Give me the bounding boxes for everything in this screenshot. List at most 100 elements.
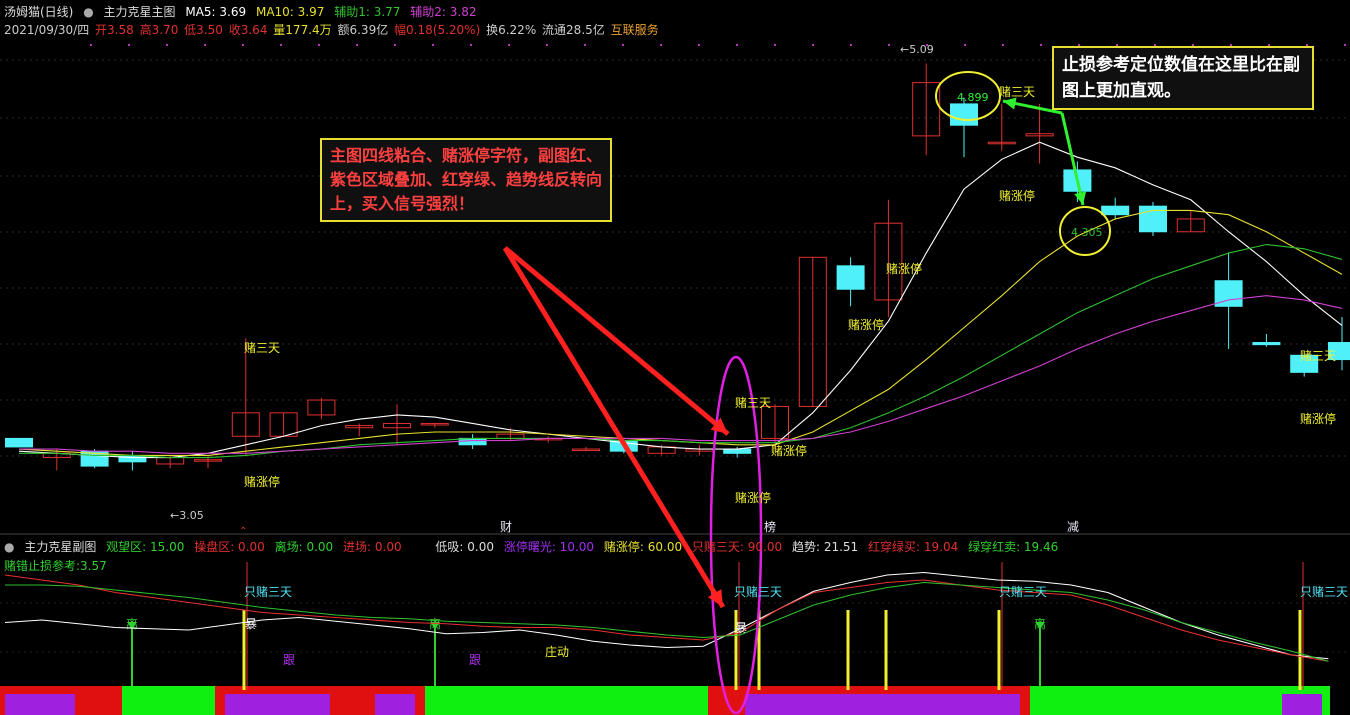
red-arrow-1-shaft [503, 246, 730, 436]
signal-label: 赌涨停 [771, 443, 807, 458]
top-marker [812, 44, 814, 46]
green-arrow-1-head [1003, 97, 1017, 110]
top-marker [166, 44, 168, 46]
top-marker [774, 44, 776, 46]
quote-turnover: 换6.22% [486, 23, 537, 37]
ma-line-3 [19, 243, 1343, 459]
top-marker [432, 44, 434, 46]
sub-only-bet: 只赌三天: 90.00 [691, 540, 783, 554]
candle-body [950, 103, 978, 126]
top-marker [204, 44, 206, 46]
quote-date: 2021/09/30/四 [4, 23, 90, 37]
top-marker [318, 44, 320, 46]
event-label: 财 [500, 520, 512, 534]
only-bet-label: 只赌三天 [1300, 585, 1348, 599]
event-arrow: ⌃ [239, 526, 247, 537]
stop-value-1: 4.899 [957, 91, 989, 104]
sub-bet-limit: 赌涨停: 60.00 [603, 540, 683, 554]
sub-exit: 离场: 0.00 [274, 540, 334, 554]
settings-icon[interactable]: ● [83, 5, 93, 19]
sub-control: 操盘区: 0.00 [194, 540, 265, 554]
candle-body [5, 437, 33, 448]
candle-body [1101, 205, 1130, 216]
sub-signal-bar [846, 610, 850, 690]
signal-label: 赌三天 [999, 85, 1035, 99]
ma10-value: MA10: 3.97 [255, 5, 325, 19]
main-ma-lines [18, 141, 1343, 459]
signal-label: 赌三天 [1300, 349, 1336, 363]
signal-label: 赌三天 [244, 341, 280, 355]
sub-line-3 [5, 581, 1329, 662]
signal-label: 赌涨停 [999, 188, 1035, 203]
candle-body [723, 448, 752, 454]
top-marker [964, 44, 966, 46]
sub-purple-block [5, 694, 75, 715]
leave-marker-label: 离 [1034, 616, 1046, 631]
aux1-value: 辅助1: 3.77 [334, 5, 401, 19]
only-bet-label: 只赌三天 [244, 585, 292, 599]
aux2-value: 辅助2: 3.82 [410, 5, 477, 19]
main-indicator-name[interactable]: 主力克星主图 [104, 5, 176, 19]
top-marker [698, 44, 700, 46]
quote-close: 收3.64 [228, 23, 268, 37]
top-marker [508, 44, 510, 46]
callout-left: 主图四线粘合、赌涨停字符，副图红、紫色区域叠加、红穿绿、趋势线反转向上，买入信号… [320, 138, 612, 222]
top-marker [470, 44, 472, 46]
follow-label: 跟 [283, 653, 295, 667]
dealer-label: 庄动 [545, 644, 569, 659]
sub-signal-bar [1298, 610, 1302, 690]
ma-line-2 [18, 209, 1343, 456]
top-marker [850, 44, 852, 46]
quote-volume: 量177.4万 [273, 23, 332, 37]
sub-bars: 离离离 [0, 562, 1330, 715]
quote-change: 幅0.18(5.20%) [394, 23, 481, 37]
sub-signal-bar [884, 610, 888, 690]
sub-purple-block [745, 694, 1020, 715]
top-marker [1344, 44, 1346, 46]
sub-purple-block [375, 694, 415, 715]
stock-name[interactable]: 汤姆猫(日线) [4, 5, 73, 19]
callout-left-text: 主图四线粘合、赌涨停字符，副图红、紫色区域叠加、红穿绿、趋势线反转向上，买入信号… [330, 146, 603, 213]
signal-label: 赌涨停 [886, 261, 922, 276]
sub-signal-bar [997, 610, 1001, 690]
top-marker [622, 44, 624, 46]
top-marker [888, 44, 890, 46]
sub-purple-block [225, 694, 330, 715]
main-candles [5, 63, 1350, 471]
sub-red-green-buy: 红穿绿买: 19.04 [868, 540, 959, 554]
callout-right: 止损参考定位数值在这里比在副图上更加直观。 [1052, 46, 1314, 110]
quote-amount: 额6.39亿 [337, 23, 389, 37]
sub-indicator-name[interactable]: 主力克星副图 [24, 540, 96, 554]
stoploss-label: 赌错止损参考:3.57 [4, 559, 107, 573]
sub-enter: 进场: 0.00 [343, 540, 402, 554]
top-marker [394, 44, 396, 46]
only-bet-label: 只赌三天 [999, 585, 1047, 599]
quote-sector[interactable]: 互联服务 [611, 23, 659, 37]
top-marker [242, 44, 244, 46]
sub-green-red-sell: 绿穿红卖: 19.46 [968, 540, 1059, 554]
sub-band-block [425, 686, 708, 715]
quote-open: 开3.58 [95, 23, 134, 37]
sub-purple-block [1282, 694, 1322, 715]
top-marker [128, 44, 130, 46]
sub-line-1 [4, 571, 1329, 660]
signal-label: 赌涨停 [1300, 411, 1336, 426]
sub-trend: 趋势: 21.51 [791, 540, 859, 554]
event-label: 榜 [764, 519, 776, 534]
top-marker [1002, 44, 1004, 46]
event-label: 减 [1067, 520, 1079, 534]
signal-label: 赌三天 [735, 396, 771, 410]
sub-line-2 [4, 574, 1329, 662]
quote-high: 高3.70 [139, 23, 179, 37]
grid-lines [0, 44, 1350, 653]
sub-settings-icon[interactable]: ● [4, 540, 14, 554]
candle-body [1252, 342, 1281, 346]
top-marker [546, 44, 548, 46]
quote-row: 2021/09/30/四 开3.58 高3.70 低3.50 收3.64 量17… [4, 21, 665, 38]
callout-right-text: 止损参考定位数值在这里比在副图上更加直观。 [1062, 55, 1300, 101]
only-bet-label: 只赌三天 [734, 585, 782, 599]
ma-line-1 [18, 141, 1343, 459]
quote-low: 低3.50 [184, 23, 223, 37]
top-marker [1040, 44, 1042, 46]
sub-header: ● 主力克星副图 观望区: 15.00 操盘区: 0.00 离场: 0.00 进… [4, 538, 1064, 555]
